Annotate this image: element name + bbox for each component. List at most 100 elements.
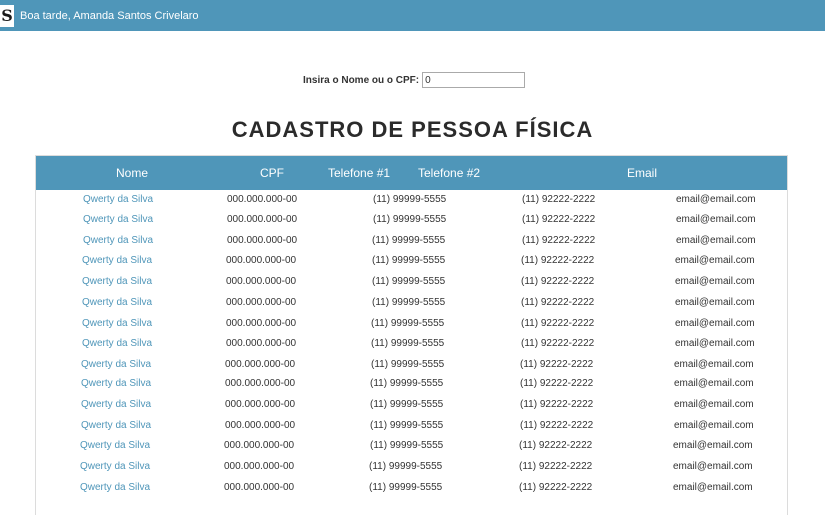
cell-telefone-1: (11) 99999-5555 bbox=[372, 235, 446, 246]
cell-nome[interactable]: Qwerty da Silva bbox=[80, 459, 150, 475]
logo[interactable]: S bbox=[0, 4, 14, 27]
cell-cpf: 000.000.000-00 bbox=[226, 255, 297, 266]
cell-telefone-2: (11) 92222-2222 bbox=[522, 214, 596, 225]
cell-nome[interactable]: Qwerty da Silva bbox=[80, 480, 150, 496]
cell-nome[interactable]: Qwerty da Silva bbox=[83, 233, 153, 249]
table-row: Qwerty da Silva 000.000.000-00 (11) 99999-… bbox=[36, 418, 787, 434]
table-row: Qwerty da Silva 000.000.000-00 (11) 99999-… bbox=[36, 336, 787, 352]
people-table: Nome CPF Telefone #1 Telefone #2 Email Q… bbox=[35, 155, 788, 515]
column-header-telefone-1[interactable]: Telefone #1 bbox=[328, 156, 390, 190]
cell-telefone-2: (11) 92222-2222 bbox=[519, 482, 593, 493]
cell-telefone-2: (11) 92222-2222 bbox=[519, 461, 593, 472]
cell-telefone-1: (11) 99999-5555 bbox=[371, 318, 445, 329]
cell-telefone-1: (11) 99999-5555 bbox=[372, 297, 446, 308]
cell-email: email@email.com bbox=[675, 318, 755, 329]
cell-telefone-2: (11) 92222-2222 bbox=[521, 318, 595, 329]
cell-email: email@email.com bbox=[676, 235, 756, 246]
cell-email: email@email.com bbox=[673, 440, 753, 451]
cell-nome[interactable]: Qwerty da Silva bbox=[80, 438, 150, 454]
cell-telefone-1: (11) 99999-5555 bbox=[370, 420, 444, 431]
table-row: Qwerty da Silva 000.000.000-00 (11) 99999-… bbox=[36, 233, 787, 249]
cell-cpf: 000.000.000-00 bbox=[226, 297, 297, 308]
cell-telefone-2: (11) 92222-2222 bbox=[522, 235, 596, 246]
cell-email: email@email.com bbox=[675, 255, 755, 266]
cell-telefone-2: (11) 92222-2222 bbox=[519, 440, 593, 451]
cell-email: email@email.com bbox=[674, 420, 754, 431]
cell-cpf: 000.000.000-00 bbox=[224, 440, 295, 451]
search-input[interactable] bbox=[422, 72, 526, 88]
cell-telefone-1: (11) 99999-5555 bbox=[370, 399, 444, 410]
cell-email: email@email.com bbox=[675, 338, 755, 349]
cell-email: email@email.com bbox=[675, 276, 755, 287]
cell-email: email@email.com bbox=[675, 297, 755, 308]
table-row: Qwerty da Silva 000.000.000-00 (11) 99999-… bbox=[36, 253, 787, 269]
top-bar: S Boa tarde, Amanda Santos Crivelaro bbox=[0, 0, 825, 31]
cell-cpf: 000.000.000-00 bbox=[224, 461, 295, 472]
cell-email: email@email.com bbox=[676, 214, 756, 225]
cell-telefone-1: (11) 99999-5555 bbox=[371, 359, 445, 370]
cell-nome[interactable]: Qwerty da Silva bbox=[81, 397, 151, 413]
cell-nome[interactable]: Qwerty da Silva bbox=[82, 295, 152, 311]
cell-email: email@email.com bbox=[676, 194, 756, 205]
table-row: Qwerty da Silva 000.000.000-00 (11) 99999-… bbox=[36, 480, 787, 496]
cell-email: email@email.com bbox=[674, 399, 754, 410]
cell-nome[interactable]: Qwerty da Silva bbox=[82, 274, 152, 290]
cell-telefone-1: (11) 99999-5555 bbox=[369, 482, 443, 493]
table-row: Qwerty da Silva 000.000.000-00 (11) 99999-… bbox=[36, 397, 787, 413]
table-row: Qwerty da Silva 000.000.000-00 (11) 99999-… bbox=[36, 459, 787, 475]
cell-telefone-1: (11) 99999-5555 bbox=[370, 440, 444, 451]
cell-cpf: 000.000.000-00 bbox=[226, 318, 297, 329]
cell-email: email@email.com bbox=[673, 461, 753, 472]
cell-telefone-1: (11) 99999-5555 bbox=[370, 378, 444, 389]
cell-nome[interactable]: Qwerty da Silva bbox=[82, 336, 152, 352]
cell-cpf: 000.000.000-00 bbox=[227, 194, 298, 205]
search-form: Insira o Nome ou o CPF: bbox=[303, 72, 526, 88]
cell-cpf: 000.000.000-00 bbox=[226, 338, 297, 349]
cell-telefone-1: (11) 99999-5555 bbox=[372, 255, 446, 266]
table-row: Qwerty da Silva 000.000.000-00 (11) 99999-… bbox=[36, 316, 787, 332]
column-header-cpf[interactable]: CPF bbox=[260, 156, 284, 190]
cell-telefone-1: (11) 99999-5555 bbox=[373, 194, 447, 205]
table-row: Qwerty da Silva 000.000.000-00 (11) 99999-… bbox=[36, 295, 787, 311]
cell-telefone-2: (11) 92222-2222 bbox=[520, 378, 594, 389]
page-title: CADASTRO DE PESSOA FÍSICA bbox=[231, 117, 594, 142]
cell-telefone-2: (11) 92222-2222 bbox=[521, 297, 595, 308]
cell-telefone-2: (11) 92222-2222 bbox=[522, 194, 596, 205]
cell-email: email@email.com bbox=[674, 359, 754, 370]
greeting-text: Boa tarde, Amanda Santos Crivelaro bbox=[20, 9, 199, 22]
cell-nome[interactable]: Qwerty da Silva bbox=[82, 253, 152, 269]
table-row: Qwerty da Silva 000.000.000-00 (11) 99999-… bbox=[36, 376, 787, 392]
cell-cpf: 000.000.000-00 bbox=[225, 420, 296, 431]
table-row: Qwerty da Silva 000.000.000-00 (11) 99999-… bbox=[36, 212, 787, 228]
cell-telefone-1: (11) 99999-5555 bbox=[373, 214, 447, 225]
cell-telefone-1: (11) 99999-5555 bbox=[371, 338, 445, 349]
cell-nome[interactable]: Qwerty da Silva bbox=[81, 376, 151, 392]
cell-telefone-2: (11) 92222-2222 bbox=[520, 420, 594, 431]
table-header: Nome CPF Telefone #1 Telefone #2 Email bbox=[36, 156, 787, 190]
cell-cpf: 000.000.000-00 bbox=[225, 359, 296, 370]
cell-email: email@email.com bbox=[673, 482, 753, 493]
cell-telefone-2: (11) 92222-2222 bbox=[521, 338, 595, 349]
column-header-nome[interactable]: Nome bbox=[116, 156, 148, 190]
cell-nome[interactable]: Qwerty da Silva bbox=[83, 192, 153, 208]
column-header-telefone-2[interactable]: Telefone #2 bbox=[418, 156, 480, 190]
cell-cpf: 000.000.000-00 bbox=[227, 235, 298, 246]
search-label: Insira o Nome ou o CPF: bbox=[303, 74, 420, 86]
cell-nome[interactable]: Qwerty da Silva bbox=[81, 418, 151, 434]
cell-cpf: 000.000.000-00 bbox=[225, 399, 296, 410]
cell-nome[interactable]: Qwerty da Silva bbox=[82, 316, 152, 332]
cell-telefone-2: (11) 92222-2222 bbox=[521, 276, 595, 287]
cell-nome[interactable]: Qwerty da Silva bbox=[81, 357, 151, 373]
cell-telefone-1: (11) 99999-5555 bbox=[369, 461, 443, 472]
column-header-email[interactable]: Email bbox=[627, 156, 657, 190]
cell-cpf: 000.000.000-00 bbox=[225, 378, 296, 389]
table-row: Qwerty da Silva 000.000.000-00 (11) 99999-… bbox=[36, 274, 787, 290]
cell-nome[interactable]: Qwerty da Silva bbox=[83, 212, 153, 228]
cell-telefone-2: (11) 92222-2222 bbox=[520, 399, 594, 410]
cell-email: email@email.com bbox=[674, 378, 754, 389]
cell-telefone-1: (11) 99999-5555 bbox=[372, 276, 446, 287]
cell-cpf: 000.000.000-00 bbox=[226, 276, 297, 287]
table-row: Qwerty da Silva 000.000.000-00 (11) 99999-… bbox=[36, 438, 787, 454]
cell-telefone-2: (11) 92222-2222 bbox=[521, 255, 595, 266]
cell-cpf: 000.000.000-00 bbox=[224, 482, 295, 493]
